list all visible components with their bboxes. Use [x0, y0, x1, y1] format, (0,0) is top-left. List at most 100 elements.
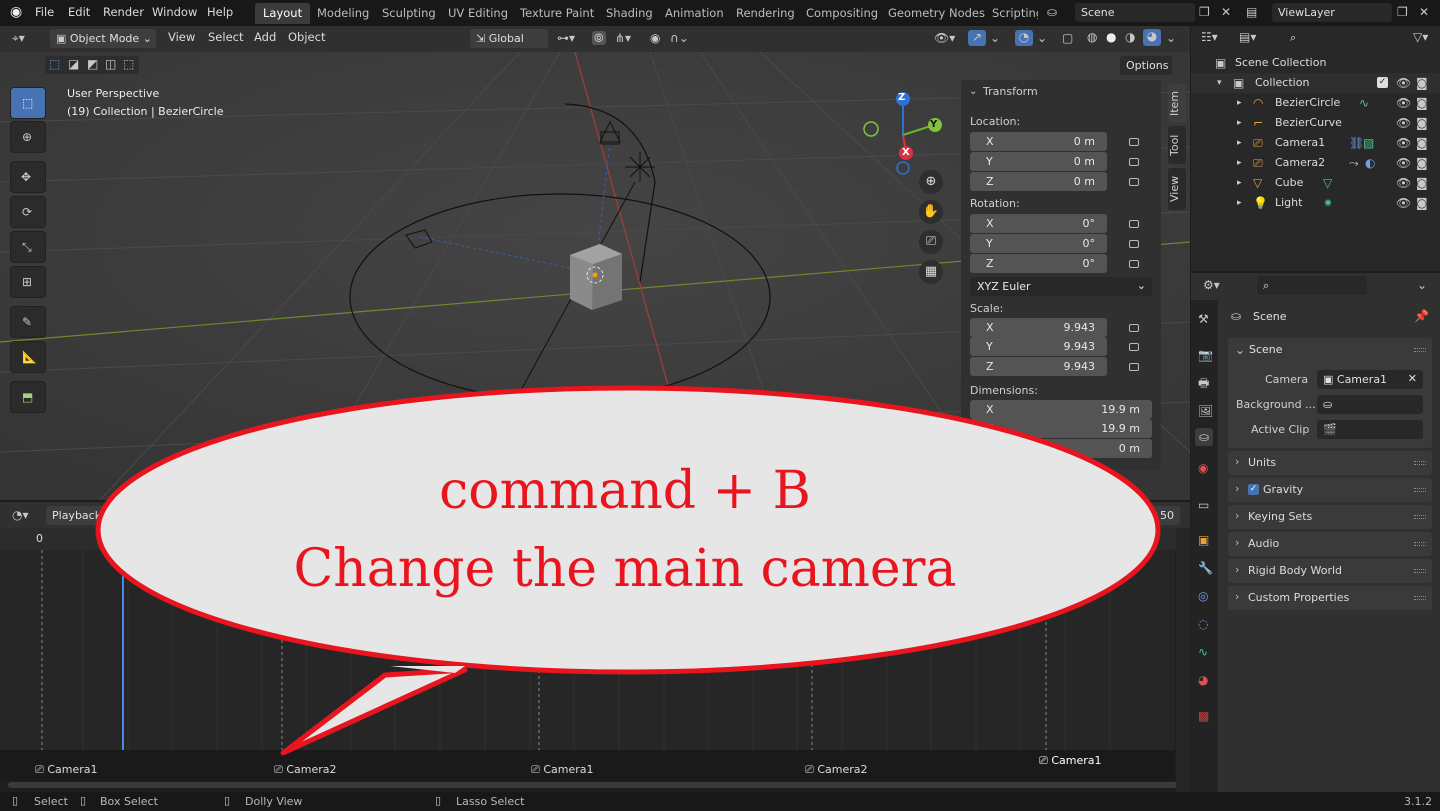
tab-modeling[interactable]: Modeling — [309, 3, 377, 24]
properties-options-icon[interactable]: ⌄ — [1417, 278, 1427, 292]
editor-type-icon[interactable]: ⌖▾ — [12, 31, 25, 45]
tool-tab-icon[interactable]: ⚒ — [1198, 312, 1209, 326]
viewport-menu-view[interactable]: View — [168, 30, 195, 48]
gizmo-toggle-icon[interactable]: ↗ — [968, 30, 986, 46]
menu-help[interactable]: Help — [207, 5, 233, 19]
expand-arrow-icon[interactable]: ▸ — [1237, 156, 1242, 170]
scene-camera-field[interactable]: ▣ Camera1 ✕ — [1317, 370, 1423, 389]
outliner-object-row[interactable]: ▸ ⎚ Camera1 ⛓ ▧ 👁 ◙ — [1191, 133, 1440, 153]
timeline-marker[interactable]: ⎚ Camera2 — [274, 763, 336, 777]
select-invert-icon[interactable]: ◫ — [105, 57, 116, 71]
camera-view-icon[interactable]: ⎚ — [919, 230, 943, 254]
pivot-point-icon[interactable]: ⊶▾ — [557, 31, 575, 45]
viewport-menu-object[interactable]: Object — [288, 30, 325, 48]
eye-icon[interactable]: 👁 — [1396, 76, 1411, 90]
lock-icon[interactable] — [1129, 343, 1139, 351]
properties-editor-type-icon[interactable]: ⚙▾ — [1203, 278, 1220, 292]
collection-tab-icon[interactable]: ▭ — [1198, 498, 1209, 512]
scale-z-field[interactable]: Z 9.943 — [970, 357, 1107, 376]
modifier-tab-icon[interactable]: 🔧 — [1198, 561, 1213, 575]
expand-arrow-icon[interactable]: ▸ — [1237, 96, 1242, 110]
select-extend-icon[interactable]: ◪ — [68, 57, 79, 71]
drag-grip-icon[interactable] — [1414, 542, 1426, 546]
tab-layout[interactable]: Layout — [255, 3, 311, 24]
select-new-icon[interactable]: ⬚ — [49, 57, 60, 71]
cursor-tool[interactable]: ⊕ — [10, 121, 46, 153]
expand-arrow-icon[interactable]: ▸ — [1237, 116, 1242, 130]
viewport-menu-add[interactable]: Add — [254, 30, 276, 48]
view-layer-tab-icon[interactable]: 🖼 — [1198, 404, 1213, 418]
remove-scene-icon[interactable]: ✕ — [1221, 5, 1231, 19]
world-tab-icon[interactable]: ◉ — [1198, 461, 1208, 475]
eye-icon[interactable]: 👁 — [1396, 96, 1411, 110]
filter-icon[interactable]: ▽▾ — [1413, 30, 1428, 44]
timeline-marker[interactable]: ⎚ Camera1 — [35, 763, 97, 777]
mode-selector[interactable]: ▣ Object Mode ⌄ — [50, 29, 156, 48]
exclude-checkbox[interactable]: ✓ — [1377, 77, 1388, 88]
tab-sculpting[interactable]: Sculpting — [374, 3, 444, 24]
perspective-toggle-icon[interactable]: ▦ — [919, 260, 943, 284]
rotate-tool[interactable]: ⟳ — [10, 196, 46, 228]
rigid-body-world-panel[interactable]: › Rigid Body World — [1228, 559, 1432, 583]
collapse-chevron-icon[interactable]: ⌄ — [1235, 343, 1245, 357]
collapse-chevron-icon[interactable]: ⌄ — [969, 85, 977, 99]
drag-grip-icon[interactable] — [1414, 348, 1426, 352]
location-y-field[interactable]: Y 0 m — [970, 152, 1107, 171]
new-scene-icon[interactable]: ❐ — [1199, 5, 1210, 19]
drag-grip-icon[interactable] — [1414, 596, 1426, 600]
drag-grip-icon[interactable] — [1414, 515, 1426, 519]
scene-name-field[interactable]: Scene — [1075, 3, 1195, 22]
gravity-panel[interactable]: › ✓ Gravity — [1228, 478, 1432, 502]
render-camera-icon[interactable]: ◙ — [1416, 156, 1428, 170]
blender-logo-icon[interactable]: ◉ — [10, 5, 22, 19]
scale-tool[interactable]: ⤡ — [10, 231, 46, 263]
physics-tab-icon[interactable]: ◌ — [1198, 617, 1208, 631]
rotation-z-field[interactable]: Z 0° — [970, 254, 1107, 273]
lock-icon[interactable] — [1129, 260, 1139, 268]
eye-icon[interactable]: 👁 — [1396, 196, 1411, 210]
tab-geometry-nodes[interactable]: Geometry Nodes — [880, 3, 993, 24]
texture-tab-icon[interactable]: ▩ — [1198, 709, 1209, 723]
outliner-object-row[interactable]: ▸ ⎚ Camera2 ⤳ ◐ 👁 ◙ — [1191, 153, 1440, 173]
tab-uv-editing[interactable]: UV Editing — [440, 3, 516, 24]
new-view-layer-icon[interactable]: ❐ — [1397, 5, 1408, 19]
select-subtract-icon[interactable]: ◩ — [87, 57, 98, 71]
timeline-editor-type-icon[interactable]: ◔▾ — [12, 508, 29, 522]
tab-shading[interactable]: Shading — [598, 3, 661, 24]
timeline-scrollbar[interactable] — [8, 782, 1180, 788]
rotation-x-field[interactable]: X 0° — [970, 214, 1107, 233]
render-camera-icon[interactable]: ◙ — [1416, 116, 1428, 130]
menu-render[interactable]: Render — [103, 5, 144, 19]
eye-icon[interactable]: 👁 — [1396, 176, 1411, 190]
units-panel[interactable]: › Units — [1228, 451, 1432, 475]
add-cube-tool[interactable]: ⬒ — [10, 381, 46, 413]
drag-grip-icon[interactable] — [1414, 461, 1426, 465]
scale-x-field[interactable]: X 9.943 — [970, 318, 1107, 337]
outliner-editor-type-icon[interactable]: ☷▾ — [1201, 30, 1218, 44]
rotation-mode-dropdown[interactable]: XYZ Euler ⌄ — [970, 277, 1152, 296]
render-camera-icon[interactable]: ◙ — [1416, 176, 1428, 190]
menu-file[interactable]: File — [35, 5, 54, 19]
annotate-tool[interactable]: ✎ — [10, 306, 46, 338]
output-tab-icon[interactable]: 🖶 — [1198, 376, 1209, 390]
rotation-y-field[interactable]: Y 0° — [970, 234, 1107, 253]
lock-icon[interactable] — [1129, 240, 1139, 248]
move-tool[interactable]: ✥ — [10, 161, 46, 193]
navigation-gizmo[interactable] — [858, 90, 948, 180]
view-layer-field[interactable]: ViewLayer — [1272, 3, 1392, 22]
particles-tab-icon[interactable]: ◎ — [1198, 589, 1208, 603]
tab-rendering[interactable]: Rendering — [728, 3, 803, 24]
select-box-tool[interactable]: ⬚ — [10, 87, 46, 119]
keying-sets-panel[interactable]: › Keying Sets — [1228, 505, 1432, 529]
outliner-object-row[interactable]: ▸ ⌐ BezierCurve 👁 ◙ — [1191, 113, 1440, 133]
lock-icon[interactable] — [1129, 220, 1139, 228]
scale-y-field[interactable]: Y 9.943 — [970, 337, 1107, 356]
tab-scripting[interactable]: Scripting — [984, 3, 1038, 24]
snap-toggle-icon[interactable]: ⦾ — [592, 31, 606, 45]
shading-options-icon[interactable]: ⌄ — [1166, 31, 1176, 45]
wireframe-shading-icon[interactable]: ◍ — [1087, 30, 1097, 44]
clear-field-icon[interactable]: ✕ — [1408, 372, 1417, 385]
location-z-field[interactable]: Z 0 m — [970, 172, 1107, 191]
active-clip-field[interactable]: 🎬 — [1317, 420, 1423, 439]
sidebar-tab-view[interactable]: View — [1168, 168, 1186, 210]
